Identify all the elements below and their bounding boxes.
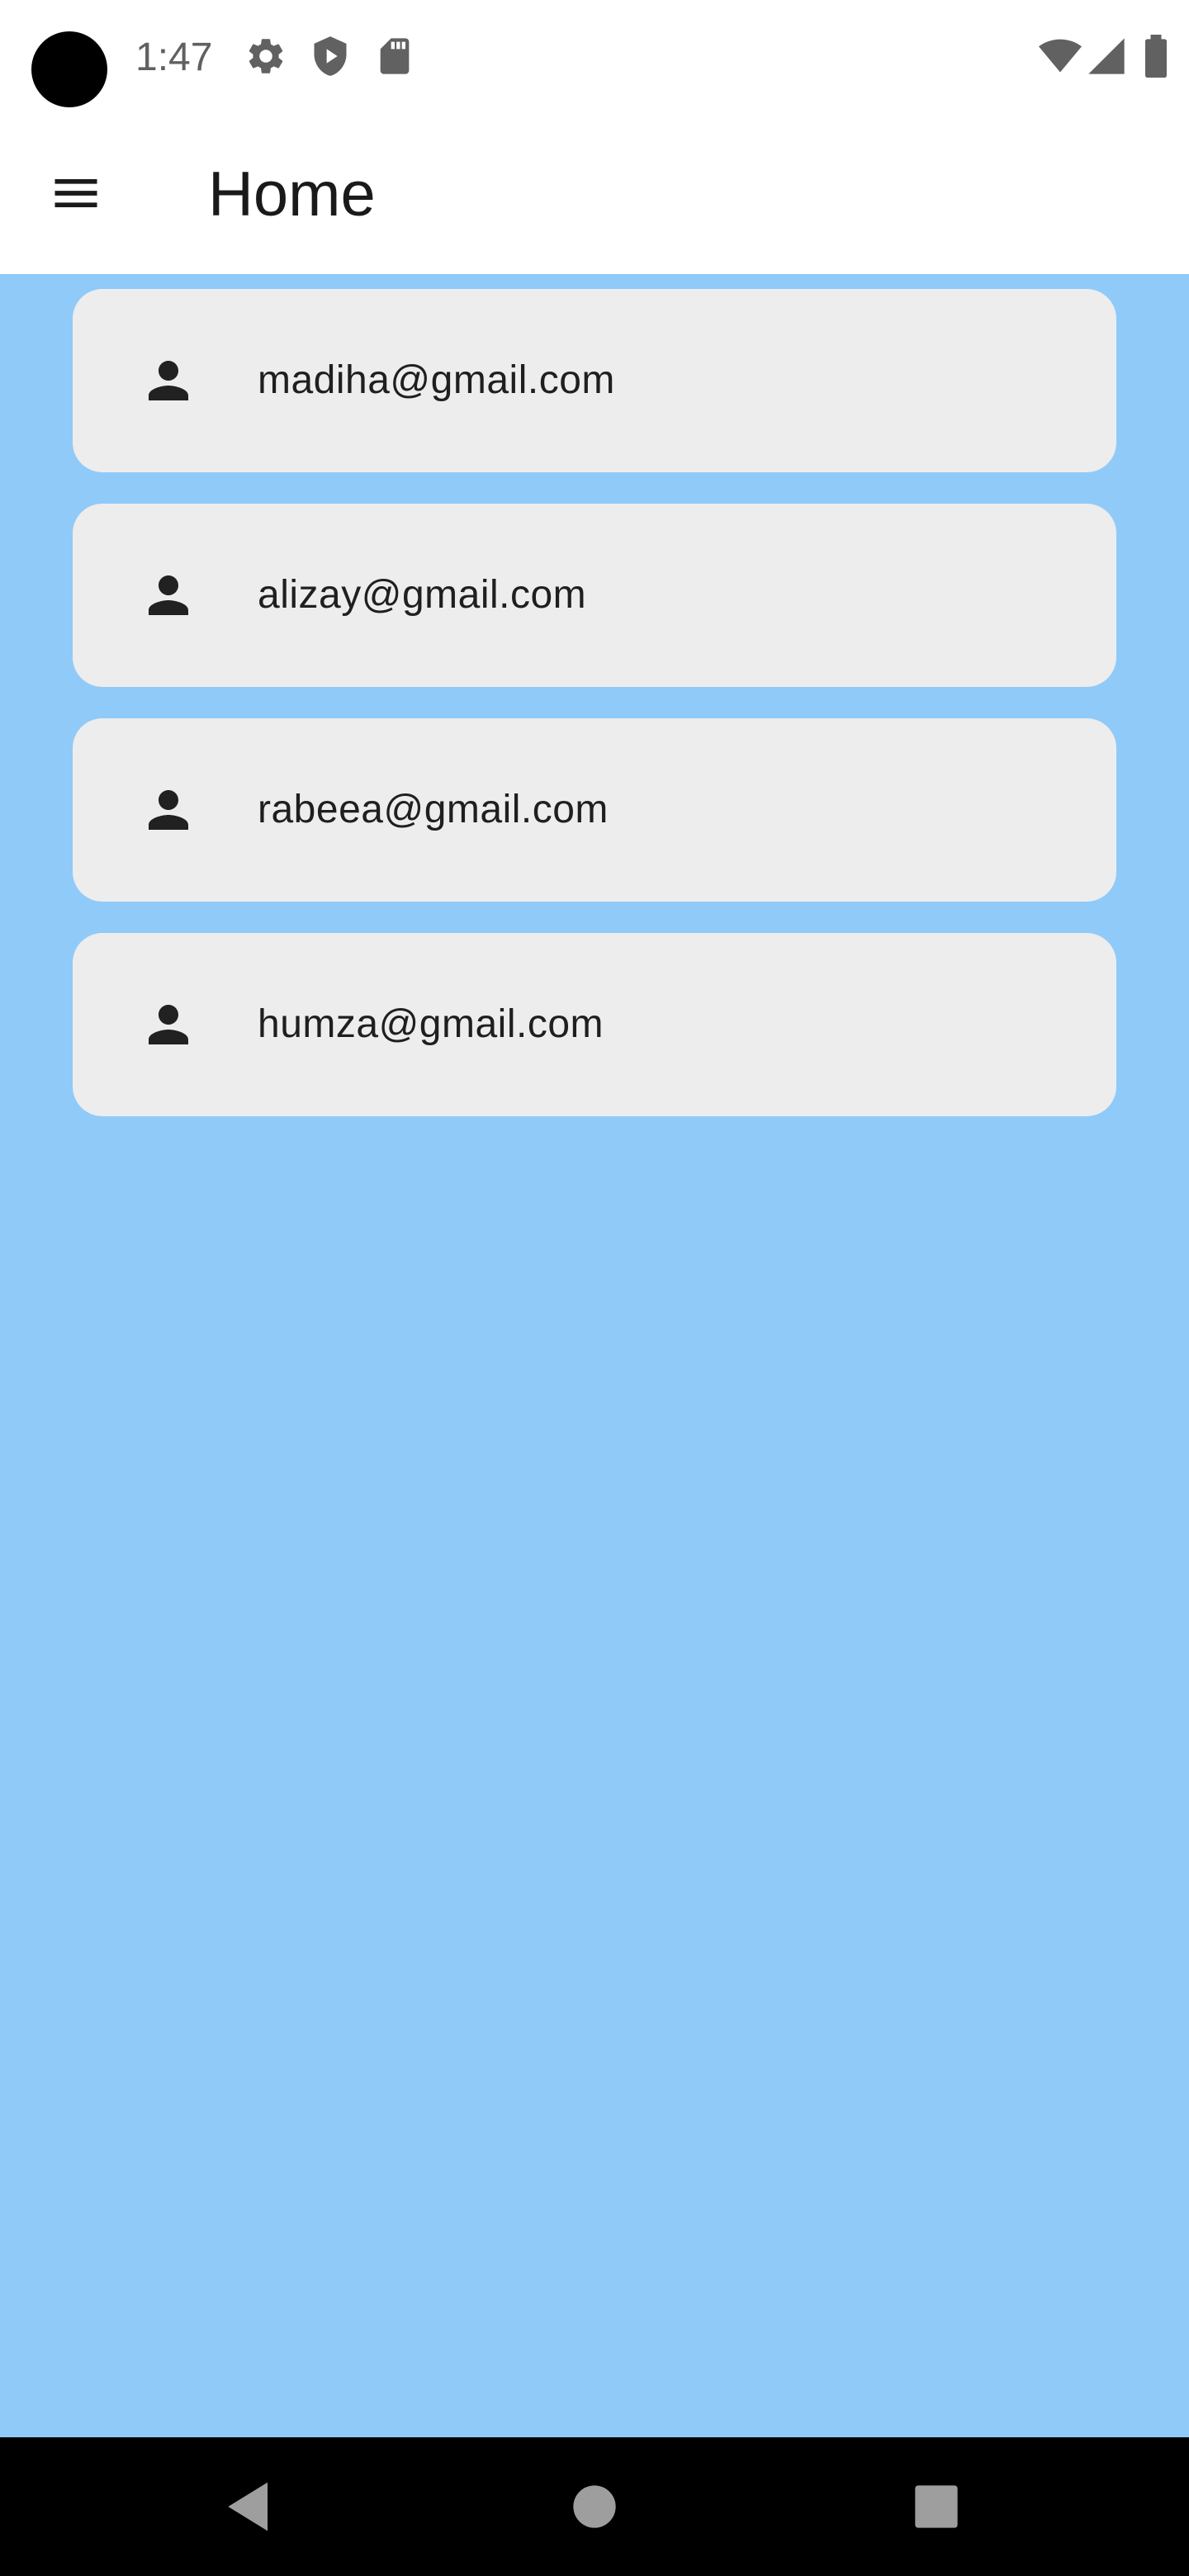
user-email: alizay@gmail.com: [258, 573, 587, 617]
user-list: madiha@gmail.com alizay@gmail.com rabeea…: [73, 289, 1116, 1148]
phone-screen: 1:47 Home madiha@gmail.com alizay@gmail.…: [0, 0, 1189, 2576]
user-email: humza@gmail.com: [258, 1002, 604, 1046]
person-icon: [139, 780, 198, 840]
sd-card-icon: [373, 35, 416, 78]
home-button[interactable]: [558, 2470, 631, 2543]
page-title: Home: [208, 159, 376, 230]
user-list-item[interactable]: alizay@gmail.com: [73, 504, 1116, 687]
user-email: rabeea@gmail.com: [258, 788, 609, 831]
system-nav-bar: [0, 2437, 1189, 2576]
user-list-item[interactable]: humza@gmail.com: [73, 933, 1116, 1116]
camera-cutout: [31, 31, 107, 107]
back-icon: [213, 2470, 286, 2543]
status-time: 1:47: [135, 36, 213, 79]
app-bar: Home: [0, 116, 1189, 274]
user-list-item[interactable]: rabeea@gmail.com: [73, 718, 1116, 902]
wifi-icon: [1037, 35, 1083, 78]
person-icon: [139, 995, 198, 1054]
back-button[interactable]: [213, 2470, 286, 2543]
recents-button[interactable]: [900, 2470, 973, 2543]
recents-icon: [900, 2470, 973, 2543]
user-email: madiha@gmail.com: [258, 358, 615, 402]
home-icon: [558, 2470, 631, 2543]
person-icon: [139, 566, 198, 625]
user-list-item[interactable]: madiha@gmail.com: [73, 289, 1116, 472]
gear-icon: [244, 35, 287, 78]
menu-icon: [48, 165, 104, 225]
shield-play-icon: [309, 35, 352, 78]
menu-button[interactable]: [36, 155, 116, 234]
status-bar: 1:47: [0, 0, 1189, 116]
battery-icon: [1139, 35, 1172, 78]
cell-signal-icon: [1085, 35, 1128, 78]
person-icon: [139, 351, 198, 410]
